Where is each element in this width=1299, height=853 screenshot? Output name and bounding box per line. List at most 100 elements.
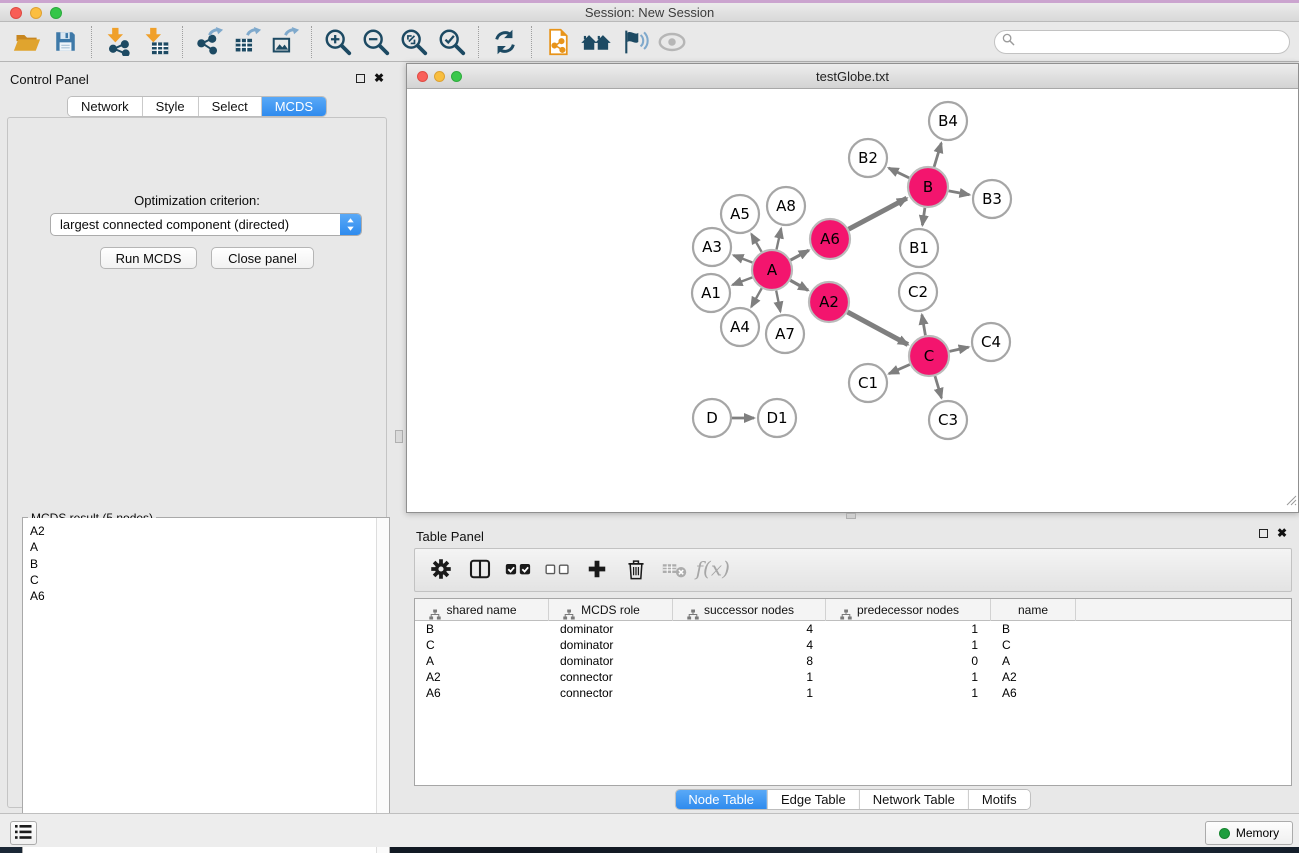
zoom-fit-button[interactable] (395, 25, 433, 59)
graph-node-A4[interactable]: A4 (721, 308, 759, 346)
graph-node-C1[interactable]: C1 (849, 364, 887, 402)
graph-node-D[interactable]: D (693, 399, 731, 437)
mcds-list-scrollbar[interactable] (376, 518, 389, 853)
graph-edge-C-C4[interactable] (950, 347, 969, 351)
export-network-button[interactable] (190, 25, 228, 59)
new-network-from-selection-button[interactable] (539, 25, 577, 59)
tab-network[interactable]: Network (68, 97, 142, 116)
graph-node-B[interactable]: B (908, 167, 948, 207)
graph-node-D1[interactable]: D1 (758, 399, 796, 437)
graph-edge-C-C3[interactable] (935, 376, 942, 398)
graph-edge-A-A5[interactable] (751, 234, 761, 252)
graph-edge-C-C1[interactable] (889, 365, 910, 374)
select-all-columns-button[interactable] (506, 556, 532, 584)
graph-node-B3[interactable]: B3 (973, 180, 1011, 218)
mcds-result-item[interactable]: B (23, 556, 389, 572)
function-builder-button[interactable]: f(x) (701, 556, 727, 584)
mcds-result-item[interactable]: C (23, 572, 389, 588)
table-row[interactable]: Cdominator41C (415, 637, 1291, 653)
network-window-titlebar[interactable]: testGlobe.txt (407, 64, 1298, 89)
column-header-MCDS-role[interactable]: MCDS role (549, 599, 673, 621)
column-header-shared-name[interactable]: shared name (415, 599, 549, 621)
graph-edge-C-C2[interactable] (922, 315, 926, 336)
graph-node-C3[interactable]: C3 (929, 401, 967, 439)
graph-node-B1[interactable]: B1 (900, 229, 938, 267)
optimization-criterion-dropdown[interactable]: largest connected component (directed) (50, 213, 362, 236)
delete-table-button[interactable] (662, 556, 688, 584)
tab-edge-table[interactable]: Edge Table (767, 790, 859, 809)
zoom-selected-button[interactable] (433, 25, 471, 59)
graph-edge-A-A8[interactable] (777, 229, 782, 250)
network-graph-canvas[interactable]: B4 B2 B B3 A8 A5 A6 A3 B1 A A1 C2 A2 (407, 89, 1298, 512)
zoom-in-button[interactable] (319, 25, 357, 59)
table-row[interactable]: Bdominator41B (415, 621, 1291, 637)
graph-node-A5[interactable]: A5 (721, 195, 759, 233)
memory-button[interactable]: Memory (1205, 821, 1293, 845)
graph-node-A7[interactable]: A7 (766, 315, 804, 353)
float-table-panel-icon[interactable] (1259, 529, 1268, 538)
graph-edge-B-B1[interactable] (922, 208, 925, 225)
split-gripper[interactable] (395, 430, 403, 443)
import-network-button[interactable] (99, 25, 137, 59)
tab-style[interactable]: Style (142, 97, 198, 116)
graph-node-A8[interactable]: A8 (767, 187, 805, 225)
search-field[interactable] (994, 30, 1290, 54)
search-input[interactable] (1019, 33, 1289, 51)
graph-node-A[interactable]: A (752, 250, 792, 290)
graph-node-A2[interactable]: A2 (809, 282, 849, 322)
mcds-result-item[interactable]: A2 (23, 523, 389, 539)
close-table-panel-icon[interactable]: ✖ (1277, 528, 1287, 538)
refresh-layout-button[interactable] (486, 25, 524, 59)
create-column-button[interactable] (584, 556, 610, 584)
graph-edge-B-B3[interactable] (949, 191, 970, 195)
toggle-panel-layout-button[interactable] (467, 556, 493, 584)
delete-column-button[interactable] (623, 556, 649, 584)
graph-node-C4[interactable]: C4 (972, 323, 1010, 361)
graph-edge-B-B2[interactable] (889, 168, 909, 178)
graph-node-C[interactable]: C (909, 336, 949, 376)
status-menu-button[interactable] (10, 821, 37, 845)
table-row[interactable]: A2connector11A2 (415, 669, 1291, 685)
graph-node-B4[interactable]: B4 (929, 102, 967, 140)
graph-edge-A-A4[interactable] (751, 288, 761, 307)
graph-node-C2[interactable]: C2 (899, 273, 937, 311)
float-panel-icon[interactable] (356, 74, 365, 83)
graph-edge-A-A7[interactable] (776, 291, 780, 312)
tab-node-table[interactable]: Node Table (675, 790, 767, 809)
graph-node-A1[interactable]: A1 (692, 274, 730, 312)
graph-edge-A-A2[interactable] (790, 280, 808, 290)
window-titlebar[interactable]: Session: New Session (0, 3, 1299, 22)
column-header-successor-nodes[interactable]: successor nodes (673, 599, 826, 621)
mcds-result-item[interactable]: A (23, 539, 389, 555)
graph-node-A6[interactable]: A6 (810, 219, 850, 259)
vertical-split-divider[interactable] (394, 62, 406, 813)
zoom-out-button[interactable] (357, 25, 395, 59)
graph-edge-A2-C[interactable] (848, 312, 908, 345)
close-panel-button[interactable]: Close panel (211, 247, 314, 269)
table-settings-button[interactable] (428, 556, 454, 584)
open-session-button[interactable] (8, 25, 46, 59)
graph-node-A3[interactable]: A3 (693, 228, 731, 266)
export-image-button[interactable] (266, 25, 304, 59)
column-header-name[interactable]: name (991, 599, 1076, 621)
unselect-all-columns-button[interactable] (545, 556, 571, 584)
column-header-predecessor-nodes[interactable]: predecessor nodes (826, 599, 991, 621)
hide-selected-button[interactable] (615, 25, 653, 59)
import-table-button[interactable] (137, 25, 175, 59)
export-table-button[interactable] (228, 25, 266, 59)
resize-corner-icon[interactable] (1286, 493, 1297, 511)
tab-network-table[interactable]: Network Table (859, 790, 968, 809)
graph-edge-A-A1[interactable] (733, 277, 753, 285)
table-row[interactable]: Adominator80A (415, 653, 1291, 669)
first-neighbors-button[interactable] (577, 25, 615, 59)
show-all-button[interactable] (653, 25, 691, 59)
graph-edge-A-A3[interactable] (734, 255, 753, 262)
graph-edge-A-A6[interactable] (791, 250, 809, 260)
tab-mcds[interactable]: MCDS (261, 97, 326, 116)
save-session-button[interactable] (46, 25, 84, 59)
close-panel-icon[interactable]: ✖ (374, 73, 384, 83)
graph-node-B2[interactable]: B2 (849, 139, 887, 177)
tab-select[interactable]: Select (198, 97, 261, 116)
graph-edge-B-B4[interactable] (934, 143, 941, 167)
table-row[interactable]: A6connector11A6 (415, 685, 1291, 701)
